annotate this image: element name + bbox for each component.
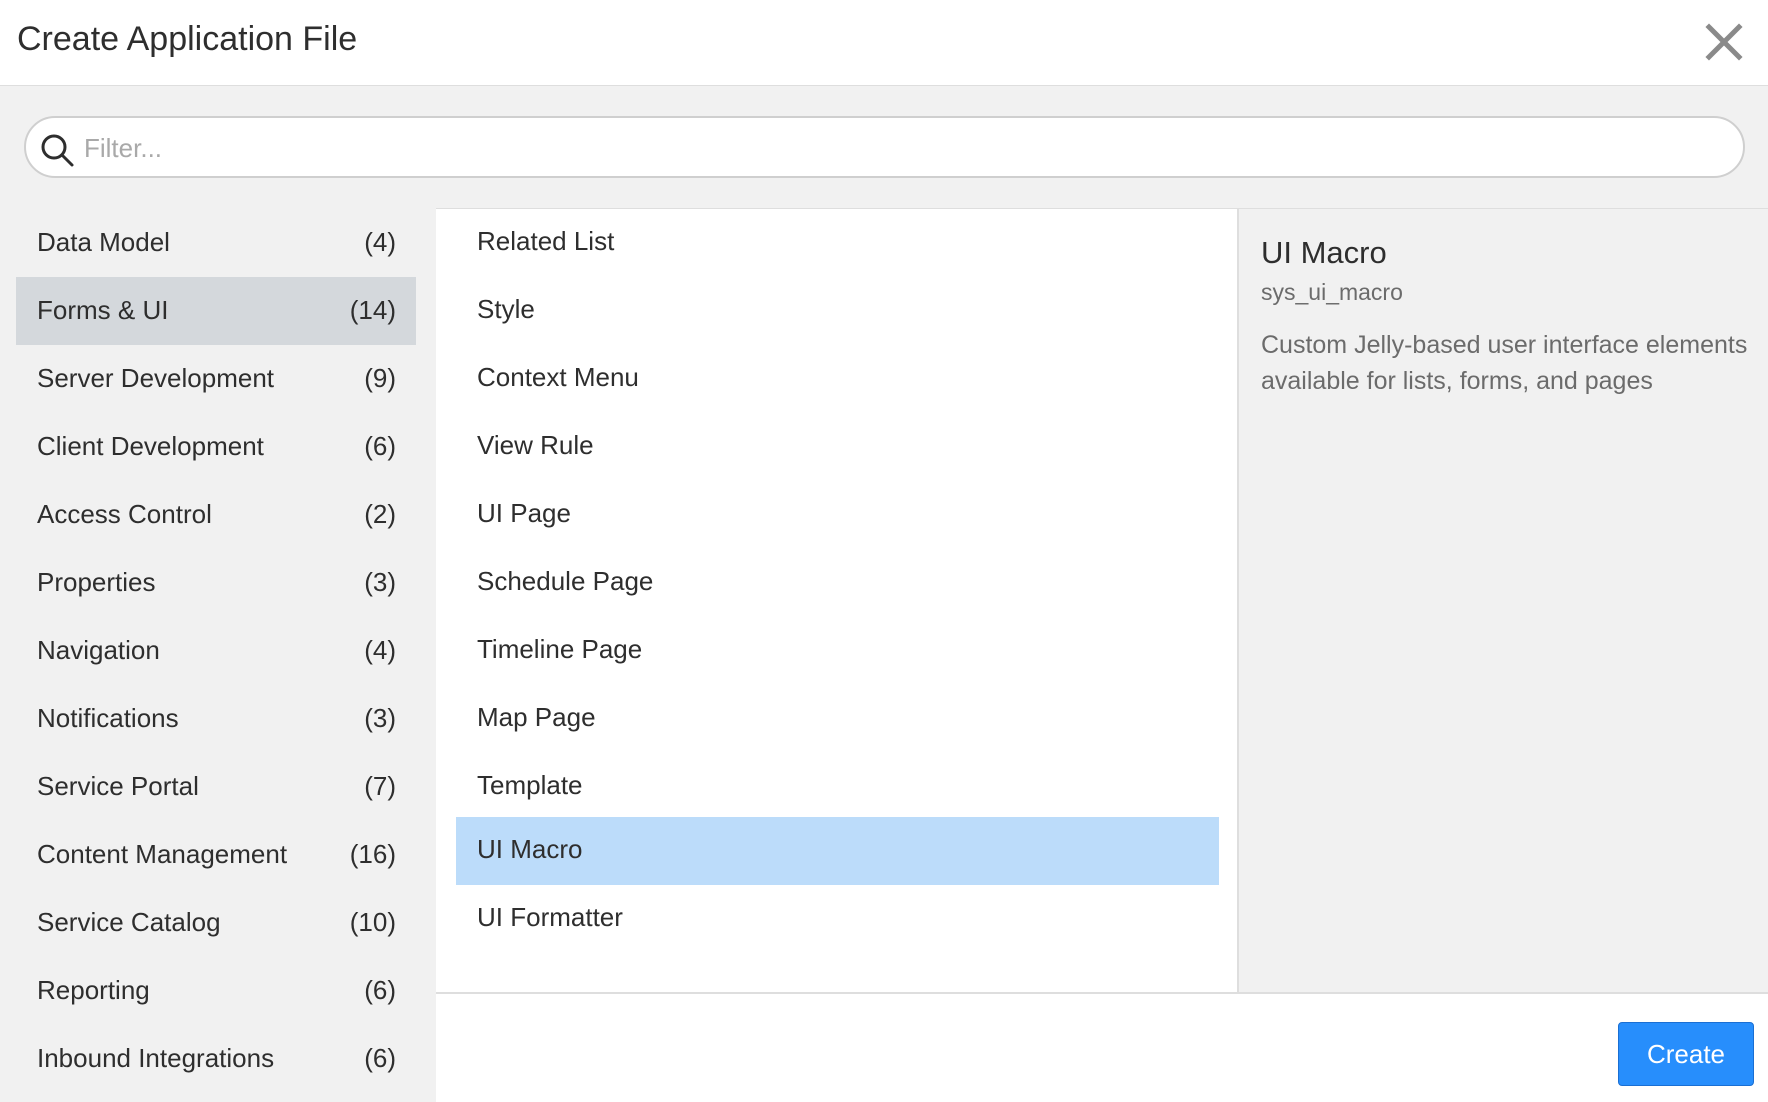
list-item-label: Style	[477, 294, 535, 324]
category-count: (4)	[364, 635, 396, 665]
list-item-ui-macro[interactable]: UI Macro	[456, 817, 1219, 885]
detail-table-name: sys_ui_macro	[1261, 279, 1403, 305]
list-item-label: UI Page	[477, 498, 571, 528]
category-count: (9)	[364, 363, 396, 393]
category-label: Notifications	[37, 703, 179, 733]
create-button[interactable]: Create	[1618, 1022, 1754, 1086]
detail-panel: UI Macro sys_ui_macro Custom Jelly-based…	[1239, 208, 1768, 993]
category-notifications[interactable]: Notifications (3)	[16, 685, 416, 753]
list-item-map-page[interactable]: Map Page	[456, 685, 1219, 753]
category-label: Inbound Integrations	[37, 1043, 275, 1073]
detail-description: Custom Jelly-based user interface elemen…	[1261, 331, 1748, 395]
list-item-label: UI Macro	[477, 834, 583, 864]
category-forms-ui[interactable]: Forms & UI (14)	[16, 277, 416, 345]
category-count: (3)	[364, 703, 396, 733]
category-count: (4)	[364, 227, 396, 257]
category-content-management[interactable]: Content Management (16)	[16, 821, 416, 889]
category-label: Client Development	[37, 431, 264, 461]
category-data-model[interactable]: Data Model (4)	[16, 209, 416, 277]
list-item-context-menu[interactable]: Context Menu	[456, 345, 1219, 413]
category-count: (2)	[364, 499, 396, 529]
category-label: Reporting	[37, 975, 150, 1005]
category-client-development[interactable]: Client Development (6)	[16, 413, 416, 481]
detail-title: UI Macro	[1261, 235, 1387, 270]
file-type-list: Related List Style Context Menu View Rul…	[436, 208, 1239, 993]
filter-area	[0, 86, 1768, 209]
category-inbound-integrations[interactable]: Inbound Integrations (6)	[16, 1025, 416, 1093]
search-icon	[38, 131, 78, 171]
category-label: Forms & UI	[37, 295, 169, 325]
category-count: (16)	[349, 839, 396, 869]
category-navigation[interactable]: Navigation (4)	[16, 617, 416, 685]
list-item-ui-formatter[interactable]: UI Formatter	[456, 885, 1219, 953]
category-count: (3)	[364, 567, 396, 597]
list-item-schedule-page[interactable]: Schedule Page	[456, 549, 1219, 617]
list-item-label: Related List	[477, 226, 615, 256]
category-service-portal[interactable]: Service Portal (7)	[16, 753, 416, 821]
dialog-header: Create Application File	[0, 0, 1768, 86]
category-server-development[interactable]: Server Development (9)	[16, 345, 416, 413]
category-label: Navigation	[37, 635, 160, 665]
category-properties[interactable]: Properties (3)	[16, 549, 416, 617]
dialog-title: Create Application File	[17, 20, 358, 58]
category-count: (10)	[349, 907, 396, 937]
list-item-style[interactable]: Style	[456, 277, 1219, 345]
category-count: (14)	[349, 295, 396, 325]
list-item-template[interactable]: Template	[456, 753, 1219, 821]
list-item-ui-page[interactable]: UI Page	[456, 481, 1219, 549]
list-item-label: Schedule Page	[477, 566, 654, 596]
category-count: (6)	[364, 431, 396, 461]
list-item-related-list[interactable]: Related List	[456, 209, 1219, 277]
category-count: (6)	[364, 1043, 396, 1073]
category-list: Data Model (4) Forms & UI (14) Server De…	[0, 209, 436, 1102]
list-item-label: Context Menu	[477, 362, 639, 392]
filter-input[interactable]	[82, 126, 1726, 170]
list-item-label: Timeline Page	[477, 634, 643, 664]
category-label: Server Development	[37, 363, 274, 393]
dialog-footer: Create	[436, 992, 1768, 1102]
category-label: Data Model	[37, 227, 170, 257]
category-label: Content Management	[37, 839, 288, 869]
list-item-label: Map Page	[477, 702, 596, 732]
filter-box[interactable]	[24, 116, 1745, 178]
list-item-label: View Rule	[477, 430, 594, 460]
category-label: Service Catalog	[37, 907, 221, 937]
category-count: (7)	[364, 771, 396, 801]
list-item-label: UI Formatter	[477, 902, 623, 932]
category-count: (6)	[364, 975, 396, 1005]
category-label: Access Control	[37, 499, 212, 529]
list-item-timeline-page[interactable]: Timeline Page	[456, 617, 1219, 685]
category-access-control[interactable]: Access Control (2)	[16, 481, 416, 549]
category-reporting[interactable]: Reporting (6)	[16, 957, 416, 1025]
category-label: Service Portal	[37, 771, 199, 801]
list-item-view-rule[interactable]: View Rule	[456, 413, 1219, 481]
category-service-catalog[interactable]: Service Catalog (10)	[16, 889, 416, 957]
close-icon[interactable]	[1700, 18, 1748, 66]
category-label: Properties	[37, 567, 156, 597]
list-item-label: Template	[477, 770, 583, 800]
